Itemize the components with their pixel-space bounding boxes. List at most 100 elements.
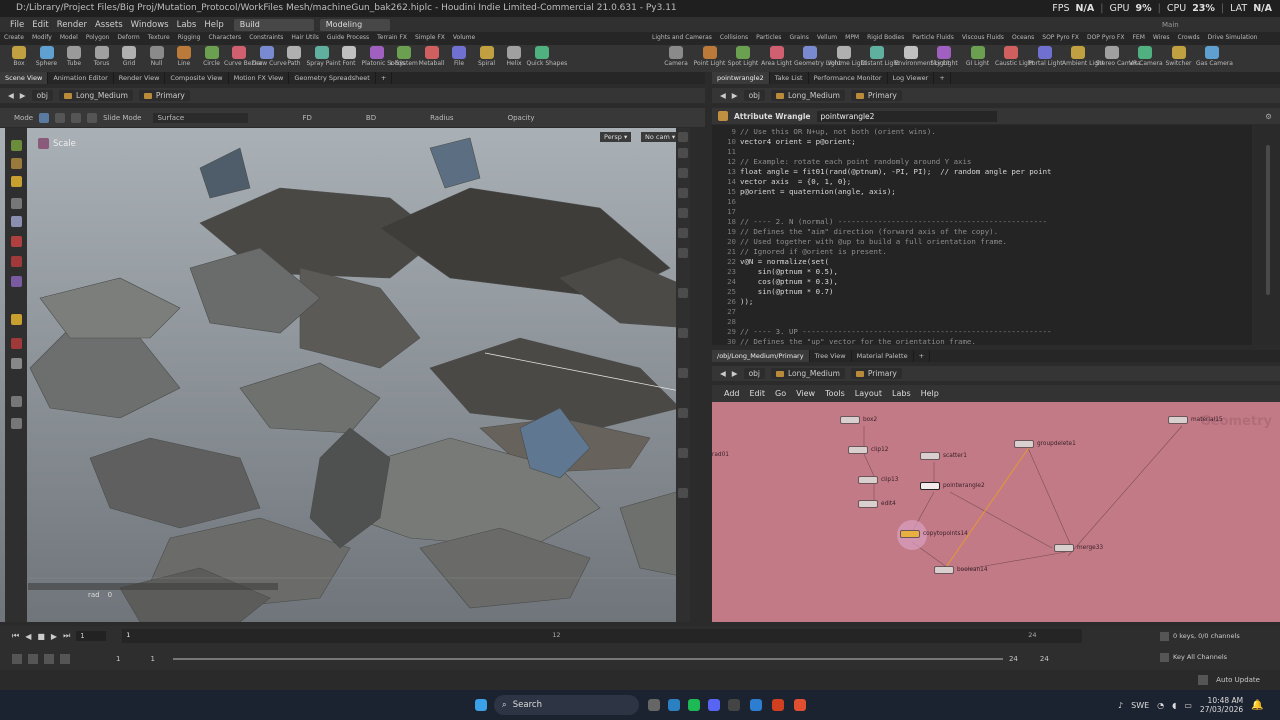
shelf-tool-curve-bezier[interactable]: Curve Bezier <box>224 45 262 67</box>
back-arrow-icon[interactable]: ◀ <box>720 369 726 378</box>
shelf-tab[interactable]: Terrain FX <box>373 32 411 45</box>
shelf-tool-volume-light[interactable]: Volume Light <box>828 45 867 67</box>
network-editor[interactable]: Geometry box2 clip12 scatter1 groupdelete1 c… <box>712 402 1280 622</box>
shelf-tab[interactable]: Texture <box>144 32 174 45</box>
range-start[interactable]: 1 <box>116 655 120 663</box>
network-menu-item[interactable]: View <box>796 389 815 398</box>
shelf-tool-tube[interactable]: Tube <box>59 45 89 67</box>
shelf-tab[interactable]: Deform <box>113 32 143 45</box>
app-icon[interactable] <box>728 699 740 711</box>
shelf-tab[interactable]: Constraints <box>245 32 287 45</box>
network-node[interactable]: box2 <box>840 416 877 424</box>
shelf-tab[interactable]: Drive Simulation <box>1204 32 1262 45</box>
shelf-tool-line[interactable]: Line <box>169 45 199 67</box>
network-node[interactable]: merge33 <box>1054 544 1103 552</box>
drag-mode-icon[interactable] <box>71 112 82 123</box>
pane-tab[interactable]: Tree View <box>810 350 852 362</box>
realtime-icon[interactable] <box>12 654 22 664</box>
range-end-2[interactable]: 24 <box>1040 655 1049 663</box>
select-tool-icon[interactable] <box>11 140 22 151</box>
vex-code-editor[interactable]: 9 // Use this OR N+up, not both (orient w… <box>712 125 1252 345</box>
snapshot-icon[interactable] <box>678 408 688 418</box>
desktop-modeling-selector[interactable]: Modeling <box>319 18 390 31</box>
network-node[interactable]: pointwrangle2 <box>920 482 985 490</box>
shelf-tool-stereo-camera[interactable]: Stereo Camera <box>1096 45 1141 67</box>
shelf-tool-vr-camera[interactable]: VR Camera <box>1129 45 1163 67</box>
shelf-tab[interactable]: Rigging <box>174 32 205 45</box>
taskbar-search[interactable]: ⌕ Search <box>494 695 639 715</box>
move-tool-icon[interactable] <box>11 158 22 169</box>
menu-render[interactable]: Render <box>53 20 91 30</box>
shelf-tool-distant-light[interactable]: Distant Light <box>861 45 899 67</box>
path-geo[interactable]: Long_Medium <box>771 90 845 101</box>
path-geo[interactable]: Long_Medium <box>771 368 845 379</box>
shelf-tool-area-light[interactable]: Area Light <box>761 45 793 67</box>
slide-mode-label[interactable]: Slide Mode <box>103 114 141 122</box>
lighting-icon[interactable] <box>678 288 688 298</box>
shelf-tool-circle[interactable]: Circle <box>197 45 227 67</box>
shelf-tool-gas-camera[interactable]: Gas Camera <box>1196 45 1233 67</box>
pane-tab[interactable]: Material Palette <box>852 350 914 362</box>
battery-icon[interactable]: ▭ <box>1184 701 1192 710</box>
play-forward-icon[interactable]: ▶ <box>51 632 57 641</box>
shelf-tab[interactable]: Particles <box>752 32 785 45</box>
task-view-icon[interactable] <box>648 699 660 711</box>
path-obj[interactable]: obj <box>743 90 765 101</box>
points-icon[interactable] <box>678 208 688 218</box>
view-tool-icon[interactable] <box>11 236 22 247</box>
brush-mode-icon[interactable] <box>55 112 66 123</box>
network-node[interactable]: material15 <box>1168 416 1223 424</box>
start-icon[interactable] <box>475 699 487 711</box>
jump-start-icon[interactable]: ⏮ <box>12 631 19 641</box>
desktop-build-selector[interactable]: Build <box>233 18 314 31</box>
file-explorer-icon[interactable] <box>668 699 680 711</box>
shelf-tab[interactable]: Guide Process <box>323 32 373 45</box>
settings-icon[interactable] <box>60 654 70 664</box>
shelf-tool-torus[interactable]: Torus <box>87 45 117 67</box>
menu-assets[interactable]: Assets <box>91 20 127 30</box>
shelf-tool-spiral[interactable]: Spiral <box>472 45 502 67</box>
pane-tab[interactable]: Performance Monitor <box>809 72 888 84</box>
camera-tool-icon[interactable] <box>11 418 22 429</box>
shelf-tool-sky-light[interactable]: Sky Light <box>928 45 960 67</box>
shelf-tab[interactable]: Rigid Bodies <box>863 32 908 45</box>
rad-slider[interactable]: rad 0 <box>88 591 112 599</box>
scene-viewport[interactable]: Scale Persp ▾ No cam ▾ rad 0 <box>0 128 690 622</box>
shelf-tool-caustic-light[interactable]: Caustic Light <box>995 45 1034 67</box>
forward-arrow-icon[interactable]: ▶ <box>20 91 26 100</box>
shelf-tab[interactable]: Characters <box>204 32 245 45</box>
shelf-tab[interactable]: Polygon <box>82 32 114 45</box>
pane-tab[interactable]: Render View <box>114 72 166 84</box>
wrangle-name-field[interactable]: pointwrangle2 <box>816 110 997 122</box>
network-menu-item[interactable]: Layout <box>855 389 882 398</box>
houdini-icon[interactable] <box>772 699 784 711</box>
arrow-tool-icon[interactable] <box>11 198 22 209</box>
notification-icon[interactable]: 🔔 <box>1251 700 1263 711</box>
discord-icon[interactable] <box>708 699 720 711</box>
shelf-tab[interactable]: Modify <box>28 32 56 45</box>
visibility-icon[interactable] <box>678 368 688 378</box>
camera-menu[interactable]: No cam ▾ <box>641 132 680 142</box>
shelf-tool-portal-light[interactable]: Portal Light <box>1029 45 1063 67</box>
channel-icon[interactable] <box>1160 631 1169 641</box>
select-mode-icon[interactable] <box>39 112 50 123</box>
shelf-tool-grid[interactable]: Grid <box>114 45 144 67</box>
shelf-tool-camera[interactable]: Camera <box>660 45 692 67</box>
surface-dropdown[interactable]: Surface <box>153 112 249 123</box>
clock-tool-icon[interactable] <box>11 358 22 369</box>
clock[interactable]: 10:48 AM 27/03/2026 <box>1200 696 1243 714</box>
grid-icon[interactable] <box>678 248 688 258</box>
shelf-tool-sphere[interactable]: Sphere <box>32 45 62 67</box>
shelf-tab[interactable]: FEM <box>1128 32 1148 45</box>
play-backward-icon[interactable]: ◀ <box>25 632 31 641</box>
network-icon[interactable]: ◔ <box>1157 701 1164 710</box>
shelf-tool-font[interactable]: Font <box>334 45 364 67</box>
grab-mode-icon[interactable] <box>87 112 98 123</box>
audio-icon[interactable] <box>28 654 38 664</box>
network-node[interactable]: clip12 <box>848 446 888 454</box>
shelf-tab[interactable]: Volume <box>449 32 479 45</box>
shelf-tool-spot-light[interactable]: Spot Light <box>727 45 759 67</box>
current-frame-field[interactable]: 1 <box>76 631 107 641</box>
network-menu-item[interactable]: Add <box>724 389 740 398</box>
shelf-tab[interactable]: SOP Pyro FX <box>1038 32 1083 45</box>
